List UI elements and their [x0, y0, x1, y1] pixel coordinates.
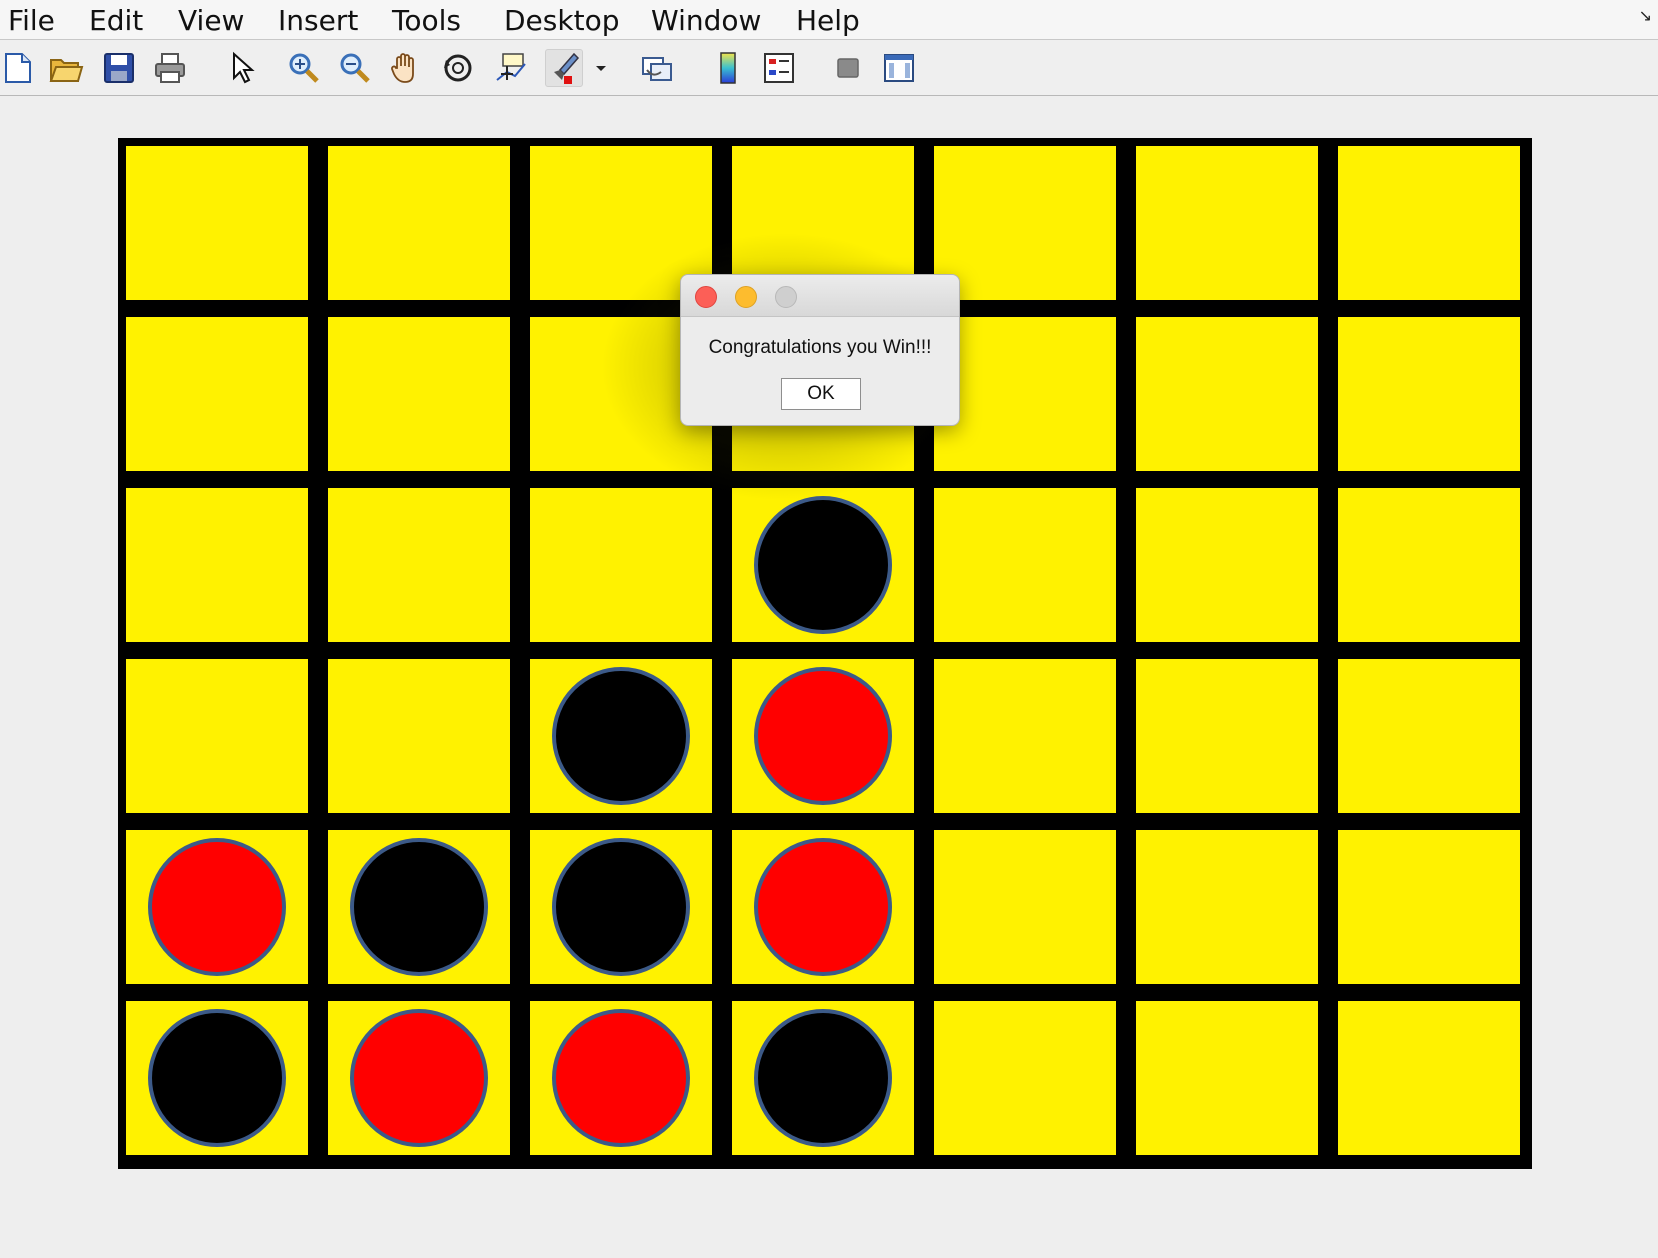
dialog-titlebar: [681, 275, 959, 317]
show-plot-tools-icon[interactable]: [881, 50, 917, 86]
save-icon[interactable]: [101, 50, 137, 86]
board-cell[interactable]: [1338, 488, 1520, 642]
red-disc: [148, 838, 286, 976]
board-cell[interactable]: [732, 830, 914, 984]
board-cell[interactable]: [732, 1001, 914, 1155]
brush-icon[interactable]: [545, 49, 583, 87]
black-disc: [350, 838, 488, 976]
zoom-in-icon[interactable]: [286, 50, 322, 86]
board-cell[interactable]: [1136, 1001, 1318, 1155]
red-disc: [552, 1009, 690, 1147]
link-plot-icon[interactable]: [639, 50, 675, 86]
rotate-3d-icon[interactable]: [440, 50, 476, 86]
menu-help[interactable]: Help: [796, 4, 860, 37]
edit-plot-arrow-icon[interactable]: [224, 50, 260, 86]
menu-bar: File Edit View Insert Tools Desktop Wind…: [0, 0, 1658, 40]
board-cell[interactable]: [328, 317, 510, 471]
figure-toolbar: [0, 40, 1658, 96]
brush-dropdown-icon[interactable]: [592, 50, 610, 86]
menu-insert[interactable]: Insert: [278, 4, 358, 37]
pan-hand-icon[interactable]: [388, 50, 424, 86]
board-cell[interactable]: [126, 317, 308, 471]
open-file-icon[interactable]: [48, 50, 84, 86]
board-cell[interactable]: [1338, 317, 1520, 471]
board-cell[interactable]: [1338, 146, 1520, 300]
board-cell[interactable]: [934, 659, 1116, 813]
close-window-icon[interactable]: [695, 286, 717, 308]
board-cell[interactable]: [328, 1001, 510, 1155]
hide-plot-tools-icon[interactable]: [830, 50, 866, 86]
black-disc: [754, 496, 892, 634]
black-disc: [552, 838, 690, 976]
board-cell[interactable]: [1136, 830, 1318, 984]
board-cell[interactable]: [732, 488, 914, 642]
board-cell[interactable]: [530, 1001, 712, 1155]
black-disc: [148, 1009, 286, 1147]
board-cell[interactable]: [934, 1001, 1116, 1155]
menu-view[interactable]: View: [178, 4, 244, 37]
board-cell[interactable]: [530, 488, 712, 642]
print-icon[interactable]: [152, 50, 188, 86]
red-disc: [754, 838, 892, 976]
board-cell[interactable]: [328, 146, 510, 300]
undock-icon[interactable]: ↘: [1639, 6, 1652, 25]
board-cell[interactable]: [1338, 659, 1520, 813]
dialog-message: Congratulations you Win!!!: [708, 337, 932, 358]
board-cell[interactable]: [934, 488, 1116, 642]
data-cursor-icon[interactable]: [493, 50, 529, 86]
black-disc: [552, 667, 690, 805]
insert-legend-icon[interactable]: [761, 50, 797, 86]
board-cell[interactable]: [328, 659, 510, 813]
board-cell[interactable]: [126, 830, 308, 984]
red-disc: [754, 667, 892, 805]
black-disc: [754, 1009, 892, 1147]
zoom-out-icon[interactable]: [337, 50, 373, 86]
insert-colorbar-icon[interactable]: [710, 50, 746, 86]
board-cell[interactable]: [1338, 830, 1520, 984]
ok-button[interactable]: OK: [781, 378, 861, 410]
minimize-window-icon[interactable]: [735, 286, 757, 308]
board-cell[interactable]: [126, 146, 308, 300]
menu-edit[interactable]: Edit: [89, 4, 143, 37]
menu-window[interactable]: Window: [651, 4, 761, 37]
board-cell[interactable]: [530, 830, 712, 984]
board-cell[interactable]: [1136, 146, 1318, 300]
menu-file[interactable]: File: [8, 4, 55, 37]
zoom-window-icon: [775, 286, 797, 308]
menu-tools[interactable]: Tools: [392, 4, 461, 37]
win-dialog: Congratulations you Win!!! OK: [680, 274, 960, 426]
board-cell[interactable]: [530, 659, 712, 813]
board-cell[interactable]: [1136, 317, 1318, 471]
board-cell[interactable]: [126, 659, 308, 813]
new-figure-icon[interactable]: [0, 50, 36, 86]
menu-desktop[interactable]: Desktop: [504, 4, 619, 37]
board-cell[interactable]: [934, 830, 1116, 984]
red-disc: [350, 1009, 488, 1147]
board-cell[interactable]: [126, 488, 308, 642]
board-cell[interactable]: [328, 830, 510, 984]
board-cell[interactable]: [1338, 1001, 1520, 1155]
board-cell[interactable]: [732, 659, 914, 813]
board-cell[interactable]: [1136, 659, 1318, 813]
board-cell[interactable]: [1136, 488, 1318, 642]
board-cell[interactable]: [328, 488, 510, 642]
board-cell[interactable]: [126, 1001, 308, 1155]
